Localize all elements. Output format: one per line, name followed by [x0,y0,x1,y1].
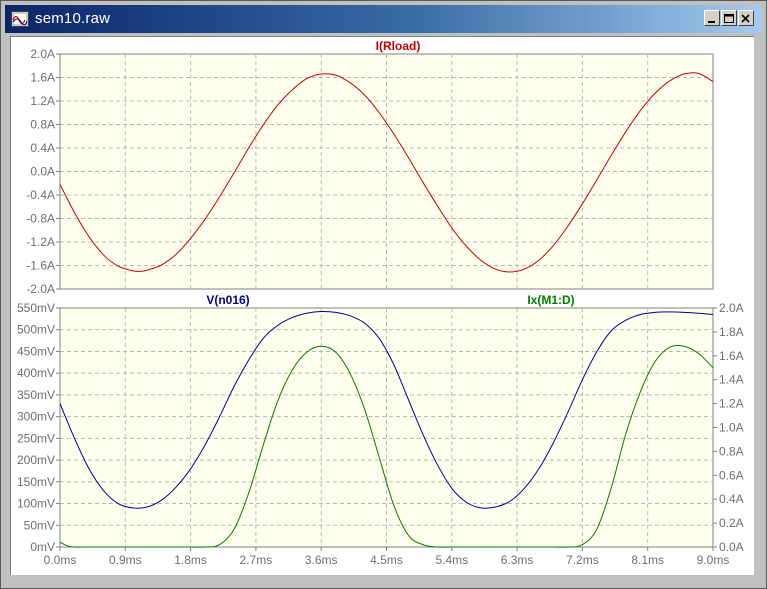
x-tick-label: 7.2ms [566,553,599,567]
x-tick-label: 3.6ms [305,553,338,567]
window-title: sem10.raw [35,10,111,27]
y-tick-label-right: 0.2A [719,516,744,530]
y-tick-label: 550mV [17,301,55,315]
y-tick-label: 150mV [17,475,55,489]
x-axis-ticks: 0.0ms 0.9ms 1.8ms 2.7ms 3.6ms 4.5ms 5.4ms 6.3ms… [44,547,730,567]
y-tick-label-right: 1.2A [719,397,744,411]
y-tick-label: 1.2A [30,94,55,108]
x-tick-label: 4.5ms [370,553,403,567]
y-tick-label: 2.0A [30,47,55,61]
pane-voltage-left-y-ticks: 550mV 500mV 450mV 400mV 350mV 300mV 250mV 200mV… [17,301,60,554]
y-tick-label-right: 0.0A [719,540,744,554]
trace-label-ix-m1-d[interactable]: Ix(M1:D) [527,293,574,307]
x-tick-label: 6.3ms [501,553,534,567]
plot-area: 2.0A 1.6A 1.2A 0.8A 0.4A 0.0A -0.4A -0.8A -1.2A -… [10,36,754,575]
y-tick-label: 400mV [17,366,55,380]
minimize-button[interactable] [704,10,720,26]
y-tick-label: 100mV [17,497,55,511]
y-tick-label-right: 2.0A [719,301,744,315]
x-tick-label: 8.1ms [631,553,664,567]
y-tick-label: 450mV [17,344,55,358]
y-tick-label: 0mV [30,540,55,554]
y-tick-label: 1.6A [30,71,55,85]
y-tick-label: 0.0A [30,165,55,179]
y-tick-label: -0.4A [26,188,55,202]
plot-window: sem10.raw 2.0A 1.6A 1.2A 0.8A 0.4A 0.0A -0.4A -… [0,0,767,589]
x-tick-label: 5.4ms [435,553,468,567]
maximize-icon [724,14,734,23]
maximize-button[interactable] [721,10,737,26]
y-tick-label: 250mV [17,431,55,445]
pane-voltage-current: 550mV 500mV 450mV 400mV 350mV 300mV 250mV 200mV… [17,293,744,554]
y-tick-label-right: 0.6A [719,468,744,482]
waveform-icon [11,11,29,27]
y-tick-label: 200mV [17,453,55,467]
y-tick-label-right: 1.4A [719,373,744,387]
close-button[interactable] [738,10,754,26]
trace-label-i-rload[interactable]: I(Rload) [376,39,421,53]
y-tick-label: -1.6A [26,259,55,273]
y-tick-label: -0.8A [26,212,55,226]
plots-svg: 2.0A 1.6A 1.2A 0.8A 0.4A 0.0A -0.4A -0.8A -1.2A -… [17,39,744,567]
y-tick-label-right: 1.6A [719,349,744,363]
close-icon [741,14,750,23]
y-tick-label-right: 0.4A [719,492,744,506]
x-tick-label: 2.7ms [240,553,273,567]
minimize-icon [708,21,715,23]
y-tick-label: 0.8A [30,118,55,132]
y-tick-label: 500mV [17,323,55,337]
pane-current: 2.0A 1.6A 1.2A 0.8A 0.4A 0.0A -0.4A -0.8A -1.2A -… [26,39,714,296]
x-tick-label: 0.0ms [44,553,77,567]
y-tick-label: 350mV [17,388,55,402]
x-tick-label: 1.8ms [174,553,207,567]
y-tick-label-right: 1.8A [719,325,744,339]
pane-voltage-right-y-ticks: 2.0A 1.8A 1.6A 1.4A 1.2A 1.0A 0.8A 0.6A 0.4A 0.2A… [713,301,744,554]
y-tick-label-right: 1.0A [719,421,744,435]
title-bar[interactable]: sem10.raw [5,5,762,33]
y-tick-label-right: 0.8A [719,444,744,458]
y-tick-label: 300mV [17,410,55,424]
x-tick-label: 9.0ms [697,553,730,567]
x-tick-label: 0.9ms [109,553,142,567]
trace-label-v-n016[interactable]: V(n016) [206,293,249,307]
y-tick-label: 0.4A [30,141,55,155]
y-tick-label: 50mV [24,518,55,532]
pane-current-y-ticks: 2.0A 1.6A 1.2A 0.8A 0.4A 0.0A -0.4A -0.8A -1.2A -… [26,47,60,296]
y-tick-label: -2.0A [26,282,55,296]
y-tick-label: -1.2A [26,235,55,249]
